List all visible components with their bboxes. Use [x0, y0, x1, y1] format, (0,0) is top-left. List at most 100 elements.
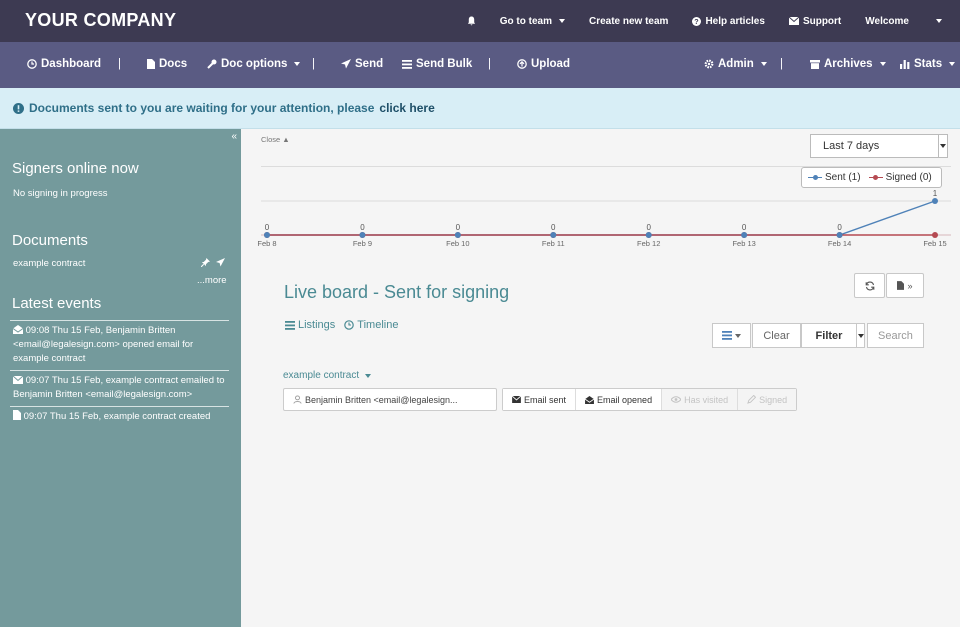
chevron-down-icon: [760, 62, 767, 66]
nav-upload[interactable]: Upload: [517, 58, 570, 70]
file-icon: [897, 281, 905, 290]
chevron-down-icon: [735, 333, 741, 338]
nav-doc-options-label: Doc options: [221, 58, 288, 70]
clear-button[interactable]: Clear: [752, 323, 801, 348]
nav-separator: |: [780, 58, 783, 70]
filter-label: Filter: [815, 329, 843, 342]
alert-message: Documents sent to you are waiting for yo…: [13, 101, 435, 115]
status-email-sent-label: Email sent: [524, 394, 567, 405]
sent-signed-chart: Feb 8 Feb 9 Feb 10 Feb 11 Feb 12 Feb 13 Feb 14…: [257, 166, 951, 248]
pin-icon[interactable]: [201, 258, 210, 267]
nav-send-bulk-label: Send Bulk: [416, 58, 473, 70]
status-has-visited-label: Has visited: [684, 394, 729, 405]
send-icon[interactable]: [216, 258, 225, 267]
filter-dropdown-toggle[interactable]: [856, 323, 865, 348]
tab-listings[interactable]: Listings: [285, 319, 335, 331]
refresh-button[interactable]: [854, 273, 885, 298]
tab-timeline-label: Timeline: [357, 319, 399, 331]
file-icon: [13, 410, 21, 420]
question-icon: ?: [692, 16, 702, 26]
document-dropdown[interactable]: example contract: [283, 370, 372, 381]
data-label: 0: [360, 223, 365, 232]
data-label: 0: [265, 223, 270, 232]
live-board-title: Live board - Sent for signing: [284, 282, 510, 302]
tab-timeline[interactable]: Timeline: [344, 319, 398, 331]
create-team-link[interactable]: Create new team: [589, 16, 668, 27]
alert-text: Documents sent to you are waiting for yo…: [29, 101, 375, 115]
data-point-sent: [645, 232, 652, 238]
clock-icon: [27, 59, 37, 69]
nav-separator: |: [488, 58, 491, 70]
legend-sent-marker: [808, 174, 822, 181]
list-icon: [722, 331, 732, 340]
nav-docs[interactable]: Docs: [147, 58, 187, 70]
signer-name: Benjamin Britten <email@legalesign...: [305, 394, 458, 405]
user-menu-toggle[interactable]: [933, 19, 942, 23]
envelope-icon: [788, 17, 799, 25]
legend-signed[interactable]: Signed (0): [868, 172, 932, 183]
signers-online-heading: Signers online now: [12, 160, 139, 177]
filter-button[interactable]: Filter: [801, 323, 865, 348]
more-documents-link[interactable]: ...more: [197, 275, 227, 286]
main-content: Close ▲ Last 7 days Feb 8 Feb 9 Feb 10 Feb …: [241, 129, 960, 627]
paper-plane-icon: [341, 59, 351, 69]
list-icon: [402, 59, 412, 69]
nav-archives[interactable]: Archives: [810, 58, 886, 70]
x-tick-label: Feb 12: [637, 239, 660, 248]
nav-dashboard[interactable]: Dashboard: [27, 58, 101, 70]
gear-icon: [704, 59, 714, 69]
user-icon: [293, 395, 302, 404]
view-options-button[interactable]: [712, 323, 751, 348]
export-button[interactable]: »: [886, 273, 924, 298]
search-input[interactable]: [867, 323, 924, 348]
nav-send[interactable]: Send: [341, 58, 383, 70]
data-point-sent: [932, 198, 938, 204]
collapse-sidebar-button[interactable]: «: [231, 131, 237, 142]
data-point-signed: [932, 232, 938, 238]
nav-docs-label: Docs: [159, 58, 188, 70]
nav-archives-label: Archives: [824, 58, 873, 70]
nav-upload-label: Upload: [531, 58, 570, 70]
chevron-down-icon: [857, 333, 864, 338]
welcome-label: Welcome: [865, 15, 909, 27]
chevron-down-icon: [936, 19, 942, 23]
top-bar: YOUR COMPANY Go to team Create new team …: [0, 0, 960, 42]
welcome-menu[interactable]: Welcome: [865, 16, 909, 27]
data-label: 0: [456, 223, 461, 232]
nav-send-bulk[interactable]: Send Bulk: [402, 58, 472, 70]
nav-admin[interactable]: Admin: [704, 58, 767, 70]
data-point-sent: [836, 232, 843, 238]
nav-stats-label: Stats: [914, 58, 943, 70]
notifications-bell[interactable]: [467, 16, 476, 26]
latest-events-heading: Latest events: [12, 295, 102, 312]
go-to-team-menu[interactable]: Go to team: [500, 16, 565, 27]
status-signed-label: Signed: [759, 394, 788, 405]
tab-listings-label: Listings: [298, 319, 336, 331]
svg-text:?: ?: [695, 17, 699, 26]
open-envelope-icon: [12, 325, 24, 334]
status-email-opened-label: Email opened: [597, 394, 653, 405]
documents-heading: Documents: [12, 232, 88, 249]
x-tick-label: Feb 14: [828, 239, 851, 248]
help-articles-link[interactable]: ? Help articles: [692, 16, 765, 27]
event-text: 09:08 Thu 15 Feb, Benjamin Britten <emai…: [13, 325, 194, 364]
nav-doc-options[interactable]: Doc options: [207, 58, 301, 70]
sidebar-document-link[interactable]: example contract: [13, 258, 85, 269]
data-point-sent: [550, 232, 557, 238]
signer-field[interactable]: Benjamin Britten <email@legalesign...: [283, 388, 497, 411]
company-logo[interactable]: YOUR COMPANY: [25, 10, 176, 31]
chevron-down-icon: [294, 62, 301, 66]
alert-click-here-link[interactable]: click here: [379, 101, 434, 115]
data-point-sent: [454, 232, 461, 238]
chevron-down-icon: [879, 62, 886, 66]
nav-admin-label: Admin: [718, 58, 754, 70]
data-label: 1: [933, 189, 938, 198]
support-link[interactable]: Support: [788, 16, 841, 27]
status-signed: Signed: [738, 389, 797, 410]
nav-stats[interactable]: Stats: [900, 58, 956, 70]
legend-sent[interactable]: Sent (1): [808, 172, 861, 183]
go-to-team-label: Go to team: [499, 15, 552, 27]
attention-alert: Documents sent to you are waiting for yo…: [0, 88, 960, 129]
x-tick-label: Feb 13: [732, 239, 755, 248]
clock-icon: [344, 320, 355, 330]
